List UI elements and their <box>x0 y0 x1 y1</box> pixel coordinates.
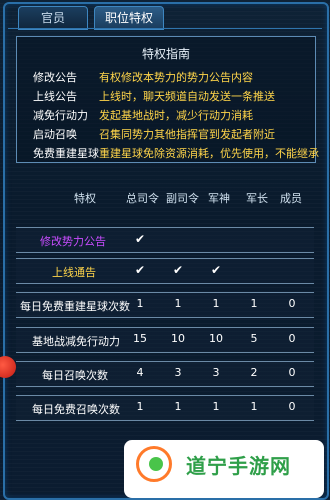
site-watermark: 道宁手游网 <box>124 440 324 498</box>
header-vice-commander: 副司令 <box>166 192 199 205</box>
cell-wargod: 10 <box>209 332 223 345</box>
cell-general: 5 <box>250 332 258 345</box>
guide-item-desc: 重建星球免除资源消耗，优先使用，不能继承 <box>99 147 319 160</box>
guide-item-desc: 有权修改本势力的势力公告内容 <box>99 71 253 84</box>
cell-member: 0 <box>288 366 296 379</box>
cell-vice: 1 <box>174 297 182 310</box>
cell-vice: 1 <box>174 400 182 413</box>
header-general: 军长 <box>246 192 268 205</box>
cell-wargod: 3 <box>212 366 220 379</box>
header-war-god: 军神 <box>208 192 230 205</box>
tab-privileges[interactable]: 职位特权 <box>94 6 164 30</box>
guide-item-name: 修改公告 <box>33 71 77 84</box>
table-row: 每日召唤次数 4 3 3 2 0 <box>16 361 314 387</box>
cell-general: 1 <box>250 297 258 310</box>
table-row: 上线通告 ✔ ✔ ✔ <box>16 258 314 284</box>
tab-officials[interactable]: 官员 <box>18 6 88 30</box>
cell-wargod: 1 <box>212 400 220 413</box>
tab-divider <box>8 28 322 29</box>
guide-item-name: 启动召唤 <box>33 128 77 141</box>
watermark-logo-icon <box>136 446 172 482</box>
guide-item: 启动召唤 召集同势力其他指挥官到发起者附近 <box>17 126 315 143</box>
row-label: 每日召唤次数 <box>42 369 108 382</box>
guide-item-desc: 召集同势力其他指挥官到发起者附近 <box>99 128 275 141</box>
watermark-text: 道宁手游网 <box>186 454 291 478</box>
cell-wargod: 1 <box>212 297 220 310</box>
cell-member: 0 <box>288 332 296 345</box>
guide-item-name: 减免行动力 <box>33 109 88 122</box>
guide-item: 免费重建星球 重建星球免除资源消耗，优先使用，不能继承 <box>17 145 319 162</box>
table-row: 修改势力公告 ✔ <box>16 227 314 253</box>
cell-member: 0 <box>288 297 296 310</box>
cell-commander: 15 <box>133 332 147 345</box>
guide-item-name: 免费重建星球 <box>33 147 99 160</box>
privilege-guide-box: 特权指南 修改公告 有权修改本势力的势力公告内容 上线公告 上线时，聊天频道自动… <box>16 36 319 163</box>
check-icon: ✔ <box>172 263 184 277</box>
guide-item-name: 上线公告 <box>33 90 77 103</box>
row-label: 每日免费召唤次数 <box>32 403 120 416</box>
guide-item: 修改公告 有权修改本势力的势力公告内容 <box>17 69 315 86</box>
cell-member: 0 <box>288 400 296 413</box>
cell-vice: 3 <box>174 366 182 379</box>
row-label: 每日免费重建星球次数 <box>20 300 130 313</box>
guide-item-desc: 发起基地战时，减少行动力消耗 <box>99 109 253 122</box>
cell-commander: 1 <box>136 297 144 310</box>
table-row: 基地战减免行动力 15 10 10 5 0 <box>16 327 314 353</box>
header-member: 成员 <box>280 192 302 205</box>
check-icon: ✔ <box>134 232 146 246</box>
header-privilege: 特权 <box>74 192 96 205</box>
row-label: 修改势力公告 <box>40 235 106 248</box>
guide-item: 上线公告 上线时，聊天频道自动发送一条推送 <box>17 88 315 105</box>
cell-general: 2 <box>250 366 258 379</box>
cell-commander: 4 <box>136 366 144 379</box>
cell-commander: 1 <box>136 400 144 413</box>
check-icon: ✔ <box>134 263 146 277</box>
row-label: 基地战减免行动力 <box>32 335 120 348</box>
check-icon: ✔ <box>210 263 222 277</box>
privilege-table-header: 特权 总司令 副司令 军神 军长 成员 <box>16 190 314 208</box>
guide-item: 减免行动力 发起基地战时，减少行动力消耗 <box>17 107 315 124</box>
guide-item-desc: 上线时，聊天频道自动发送一条推送 <box>99 90 275 103</box>
table-row: 每日免费重建星球次数 1 1 1 1 0 <box>16 292 314 318</box>
cell-vice: 10 <box>171 332 185 345</box>
table-row: 每日免费召唤次数 1 1 1 1 0 <box>16 395 314 421</box>
row-label: 上线通告 <box>52 266 96 279</box>
cell-general: 1 <box>250 400 258 413</box>
header-commander: 总司令 <box>126 192 159 205</box>
guide-title: 特权指南 <box>141 47 190 61</box>
